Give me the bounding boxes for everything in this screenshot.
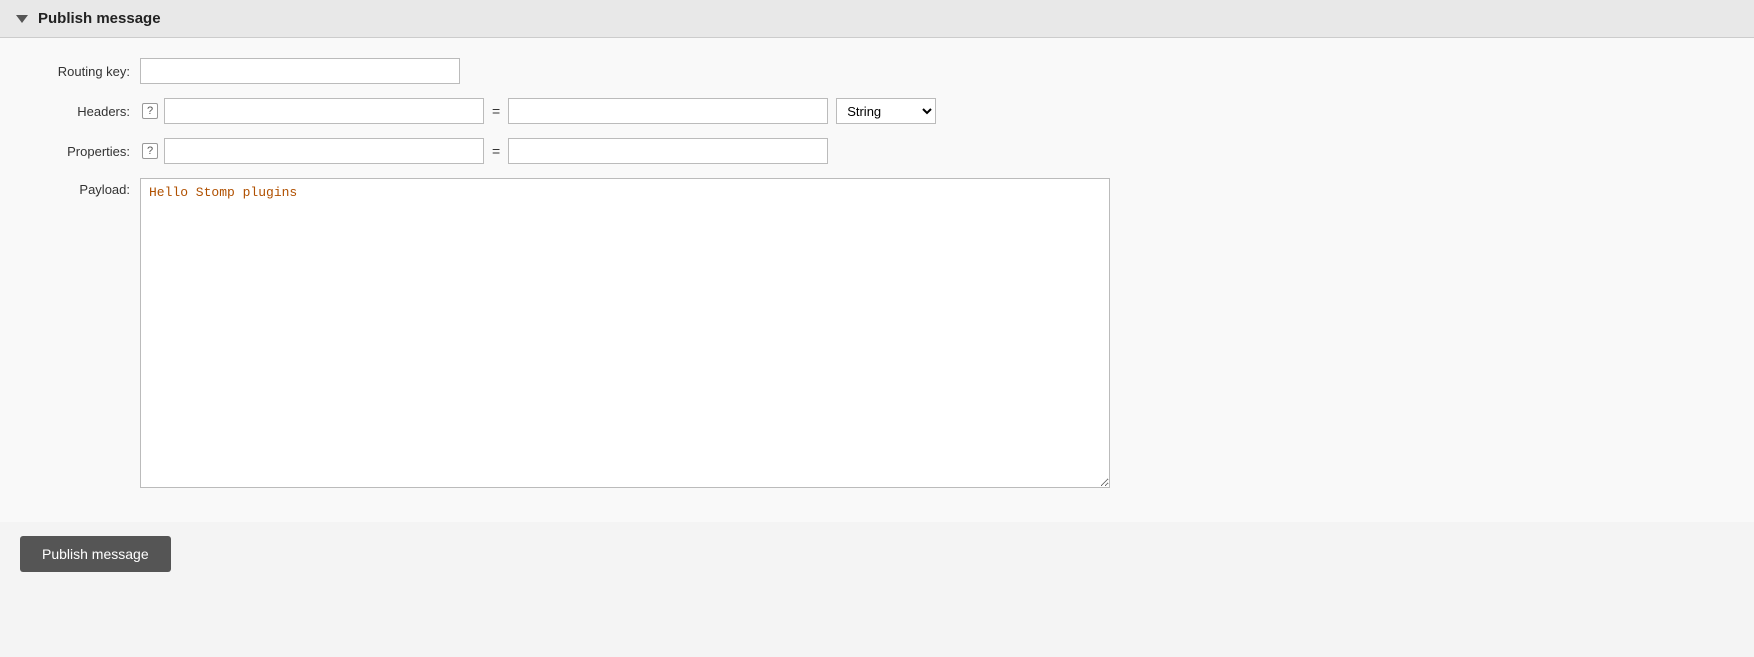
section-header[interactable]: Publish message [0,0,1754,38]
routing-key-row: Routing key: [20,58,1694,84]
properties-key-input[interactable] [164,138,484,164]
section-title: Publish message [38,10,161,27]
routing-key-label: Routing key: [20,64,140,79]
payload-label: Payload: [20,178,140,197]
form-body: Routing key: Headers: ? = String Number … [0,38,1754,522]
headers-key-input[interactable] [164,98,484,124]
properties-row: Properties: ? = [20,138,1694,164]
headers-eq: = [492,103,500,119]
properties-label: Properties: [20,144,140,159]
payload-row: Payload: [20,178,1694,488]
payload-textarea[interactable] [140,178,1110,488]
headers-help-icon[interactable]: ? [142,103,158,119]
button-row: Publish message [0,522,1754,586]
publish-message-button[interactable]: Publish message [20,536,171,572]
properties-value-input[interactable] [508,138,828,164]
headers-type-select[interactable]: String Number Boolean [836,98,936,124]
routing-key-input[interactable] [140,58,460,84]
headers-label: Headers: [20,104,140,119]
properties-eq: = [492,143,500,159]
collapse-icon[interactable] [16,15,28,23]
headers-row: Headers: ? = String Number Boolean [20,98,1694,124]
properties-help-icon[interactable]: ? [142,143,158,159]
headers-value-input[interactable] [508,98,828,124]
page-container: Publish message Routing key: Headers: ? … [0,0,1754,657]
